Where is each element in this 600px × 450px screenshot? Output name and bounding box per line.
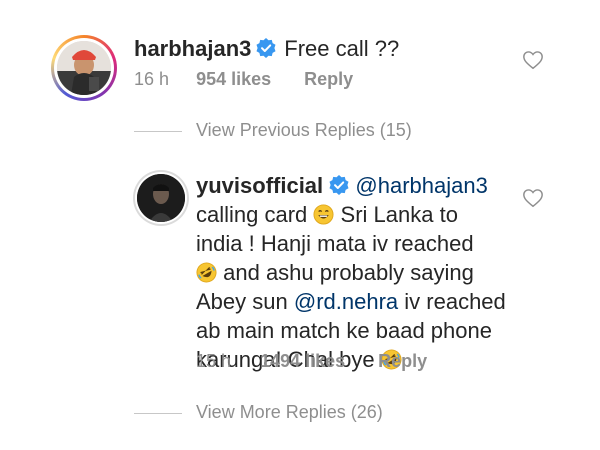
- timestamp: 16 h: [134, 69, 170, 89]
- comment-2-body: yuvisofficial @harbhajan3 calling card S…: [196, 171, 506, 374]
- avatar-photo: [137, 174, 185, 222]
- mention-harbhajan3[interactable]: @harbhajan3: [355, 173, 487, 198]
- comment-1-body: harbhajan3 Free call ??: [134, 34, 399, 63]
- likes-count[interactable]: 1494 likes: [260, 351, 345, 371]
- username-harbhajan3[interactable]: harbhajan3: [134, 36, 251, 61]
- comment-text-line: india ! Hanji mata iv reached: [196, 231, 474, 256]
- comment-1-meta: 16 h 954 likes Reply: [134, 69, 353, 90]
- comment-text-line: iv reached: [404, 289, 506, 314]
- reply-button[interactable]: Reply: [378, 351, 427, 371]
- heart-icon[interactable]: [522, 187, 544, 209]
- reply-button[interactable]: Reply: [304, 69, 353, 89]
- avatar-yuvisofficial[interactable]: [133, 170, 189, 226]
- mention-rd-nehra[interactable]: @rd.nehra: [294, 289, 398, 314]
- view-previous-replies-link[interactable]: View Previous Replies (15): [196, 120, 412, 141]
- comment-text-line: ab main match ke baad phone: [196, 318, 492, 343]
- comment-text-line: Sri Lanka to: [340, 202, 458, 227]
- rofl-emoji: [196, 262, 217, 283]
- avatar-photo: [57, 41, 111, 95]
- comment-2-meta: 15 h 1494 likes Reply: [196, 351, 427, 372]
- verified-badge-icon: [256, 38, 276, 58]
- comment-text-line: and ashu probably saying: [223, 260, 474, 285]
- verified-badge-icon: [329, 175, 349, 195]
- replies-divider: [134, 131, 182, 132]
- grinning-face-emoji: [313, 204, 334, 225]
- avatar-harbhajan3[interactable]: [51, 35, 117, 101]
- comment-text: Free call ??: [284, 36, 400, 61]
- view-more-replies-link[interactable]: View More Replies (26): [196, 402, 383, 423]
- timestamp: 15 h: [196, 351, 232, 371]
- username-yuvisofficial[interactable]: yuvisofficial: [196, 173, 323, 198]
- likes-count[interactable]: 954 likes: [196, 69, 271, 89]
- comment-text-line: Abey sun: [196, 289, 288, 314]
- replies-divider: [134, 413, 182, 414]
- comment-text-line: calling card: [196, 202, 308, 227]
- heart-icon[interactable]: [522, 49, 544, 71]
